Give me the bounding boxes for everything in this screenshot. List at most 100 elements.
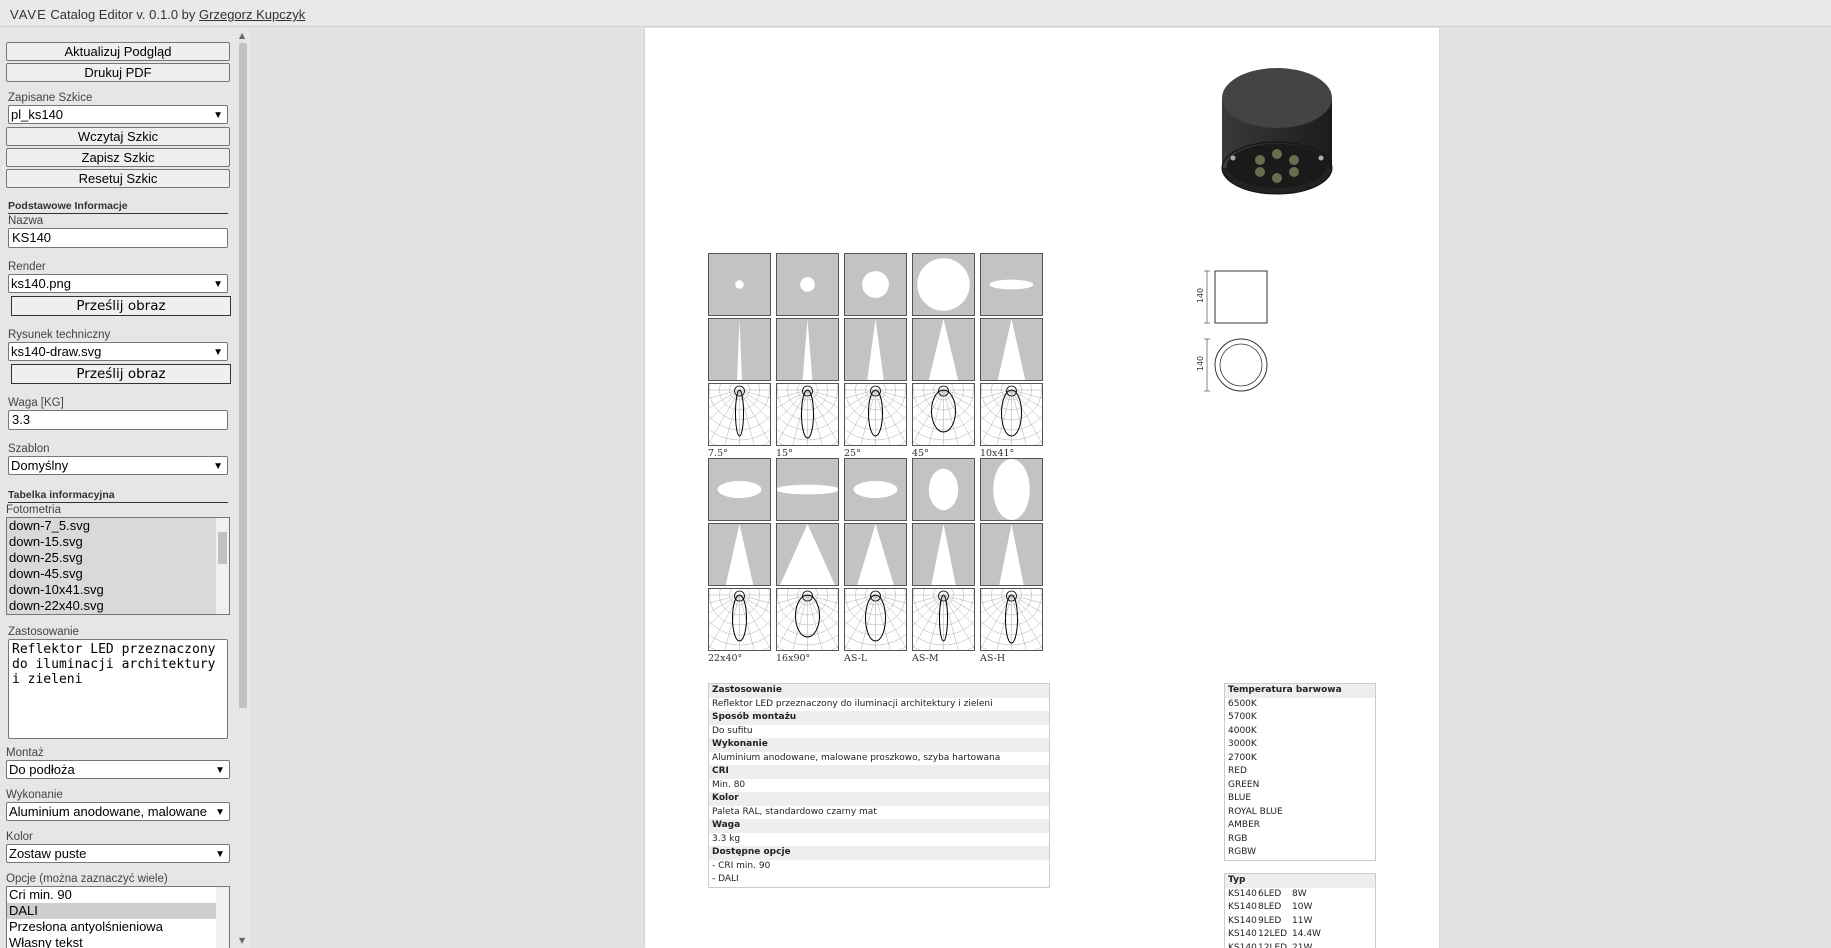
type-row: KS14012LED 21W xyxy=(1225,942,1375,948)
scroll-down-icon[interactable]: ▼ xyxy=(239,936,245,945)
polar-diagram xyxy=(776,383,839,446)
usage-label: Zastosowanie xyxy=(8,626,79,638)
name-input[interactable]: KS140 xyxy=(8,228,228,248)
option-item[interactable]: DALI xyxy=(7,903,229,919)
saved-drafts-value: pl_ks140 xyxy=(11,107,64,122)
info-table-value: Reflektor LED przeznaczony do iluminacji… xyxy=(712,698,993,709)
photometry-caption: AS-M xyxy=(912,653,939,664)
color-value: Zostaw puste xyxy=(9,846,87,861)
photometry-option[interactable]: down-7_5.svg xyxy=(7,518,229,534)
load-draft-button[interactable]: Wczytaj Szkic xyxy=(6,127,230,146)
upload-drawing-button[interactable]: Prześlij obraz xyxy=(11,364,231,384)
listbox-scrollbar[interactable] xyxy=(216,518,229,614)
product-render xyxy=(1215,58,1340,198)
polar-diagram xyxy=(912,588,975,651)
info-table-header: CRI xyxy=(709,765,1049,779)
type-row: KS1408LED 10W xyxy=(1225,901,1375,915)
photometry-option[interactable]: down-25.svg xyxy=(7,550,229,566)
photometry-caption: 22x40° xyxy=(708,653,743,664)
polar-diagram xyxy=(708,588,771,651)
template-label: Szablon xyxy=(8,443,50,455)
color-temperature-item: 5700K xyxy=(1228,712,1257,722)
listbox-scrollbar[interactable] xyxy=(216,887,229,948)
dimension-height-label: 140 xyxy=(1196,287,1206,304)
update-preview-button[interactable]: Aktualizuj Podgląd xyxy=(6,42,230,61)
section-basic-info: Podstawowe Informacje xyxy=(8,200,228,214)
type-row: KS1406LED 8W xyxy=(1225,888,1375,902)
info-table-value: - CRI min. 90 xyxy=(712,860,771,871)
sidebar-scrollbar[interactable]: ▲ ▼ xyxy=(236,28,250,948)
photometry-option[interactable]: down-15.svg xyxy=(7,534,229,550)
upload-render-button[interactable]: Prześlij obraz xyxy=(11,296,231,316)
beam-cone xyxy=(708,318,771,381)
saved-drafts-select[interactable]: pl_ks140 ▼ xyxy=(8,105,228,124)
type-cell: 10W xyxy=(1292,902,1313,912)
brand-logo: VAVE xyxy=(10,7,47,22)
color-temperature-item: 3000K xyxy=(1228,739,1257,749)
print-pdf-button[interactable]: Drukuj PDF xyxy=(6,63,230,82)
beam-cone xyxy=(980,318,1043,381)
render-label: Render xyxy=(8,261,46,273)
beam-spot xyxy=(980,253,1043,316)
type-cell: 9LED xyxy=(1258,915,1282,926)
photometry-option[interactable]: down-22x40.svg xyxy=(7,598,229,614)
photometry-listbox[interactable]: down-7_5.svg down-15.svg down-25.svg down-4… xyxy=(6,517,230,615)
template-value: Domyślny xyxy=(11,458,69,473)
scrollbar-thumb[interactable] xyxy=(239,43,247,708)
reset-draft-button[interactable]: Resetuj Szkic xyxy=(6,169,230,188)
chevron-down-icon: ▼ xyxy=(215,765,225,776)
drawing-select[interactable]: ks140-draw.svg ▼ xyxy=(8,342,228,361)
photometry-option[interactable]: down-45.svg xyxy=(7,566,229,582)
type-cell: KS140 xyxy=(1228,942,1257,948)
info-table-value: Do sufitu xyxy=(712,725,753,736)
catalog-sheet: 140 140 Zastosowanie Reflektor LED przezn… xyxy=(645,28,1439,948)
photometry-option[interactable]: down-10x41.svg xyxy=(7,582,229,598)
scroll-up-icon[interactable]: ▲ xyxy=(239,31,245,40)
type-cell: 6LED xyxy=(1258,888,1282,899)
editor-sidebar: Aktualizuj Podgląd Drukuj PDF Zapisane S… xyxy=(0,28,236,948)
photometry-caption: AS-L xyxy=(844,653,868,664)
type-cell: 12LED xyxy=(1258,942,1288,948)
beam-spot xyxy=(980,458,1043,521)
finish-select[interactable]: Aluminium anodowane, malowane ▼ xyxy=(6,802,230,821)
color-temperature-header: Temperatura barwowa xyxy=(1225,684,1375,698)
color-select[interactable]: Zostaw puste ▼ xyxy=(6,844,230,863)
type-cell: 8W xyxy=(1292,888,1307,899)
info-table-header: Dostępne opcje xyxy=(709,846,1049,860)
chevron-down-icon: ▼ xyxy=(213,279,223,290)
save-draft-button[interactable]: Zapisz Szkic xyxy=(6,148,230,167)
chevron-down-icon: ▼ xyxy=(215,804,225,820)
photometry-caption: 16x90° xyxy=(776,653,811,664)
options-listbox[interactable]: Cri min. 90 DALI Przesłona antyolśnieniowa… xyxy=(6,886,230,948)
chevron-down-icon: ▼ xyxy=(215,849,225,860)
type-cell: KS140 xyxy=(1228,888,1257,899)
color-temperature-item: 4000K xyxy=(1228,725,1257,736)
type-cell: 21W xyxy=(1292,942,1313,948)
type-cell: 14.4W xyxy=(1292,929,1321,939)
weight-input[interactable]: 3.3 xyxy=(8,410,228,430)
weight-label: Waga [KG] xyxy=(8,397,64,409)
mount-select[interactable]: Do podłoża ▼ xyxy=(6,760,230,779)
color-temperature-item: ROYAL BLUE xyxy=(1228,806,1283,817)
photometry-label: Fotometria xyxy=(6,504,61,516)
beam-spot xyxy=(708,458,771,521)
beam-spot xyxy=(844,253,907,316)
option-item[interactable]: Własny tekst xyxy=(7,935,229,948)
option-item[interactable]: Przesłona antyolśnieniowa xyxy=(7,919,229,935)
polar-diagram xyxy=(708,383,771,446)
beam-spot xyxy=(776,458,839,521)
type-cell: 11W xyxy=(1292,915,1313,926)
template-select[interactable]: Domyślny ▼ xyxy=(8,456,228,475)
color-temperature-item: 2700K xyxy=(1228,752,1257,763)
info-table-value: - DALI xyxy=(712,874,739,884)
polar-diagram xyxy=(980,588,1043,651)
app-title: Catalog Editor v. 0.1.0 by xyxy=(50,7,196,22)
beam-cone xyxy=(912,318,975,381)
render-value: ks140.png xyxy=(11,276,71,291)
option-item[interactable]: Cri min. 90 xyxy=(7,887,229,903)
usage-textarea[interactable]: Reflektor LED przeznaczony do iluminacji… xyxy=(8,639,228,739)
render-select[interactable]: ks140.png ▼ xyxy=(8,274,228,293)
finish-value: Aluminium anodowane, malowane xyxy=(9,804,208,819)
author-link[interactable]: Grzegorz Kupczyk xyxy=(199,7,305,22)
beam-spot xyxy=(776,253,839,316)
